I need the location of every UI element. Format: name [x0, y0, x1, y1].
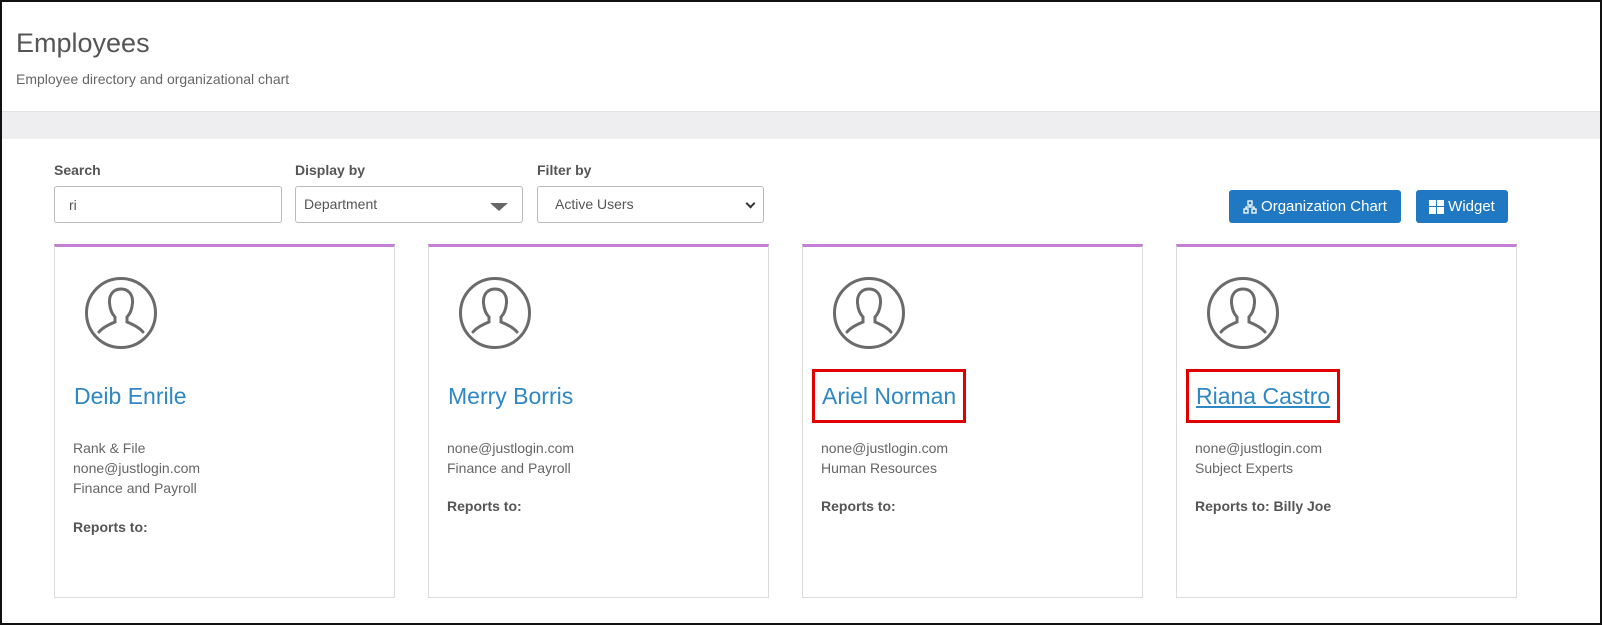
employee-card: Deib Enrile Rank & File none@justlogin.c…: [54, 244, 395, 598]
employee-name-link[interactable]: Ariel Norman: [822, 383, 956, 410]
widget-button[interactable]: Widget: [1416, 190, 1508, 223]
page-subtitle: Employee directory and organizational ch…: [16, 71, 290, 87]
employee-name-highlight-box: Riana Castro: [1186, 369, 1341, 423]
employee-reports-to: Reports to:: [821, 498, 896, 514]
filter-by-label: Filter by: [537, 162, 592, 178]
employee-name-highlight-box: Ariel Norman: [812, 369, 967, 423]
chevron-down-icon: [745, 198, 756, 209]
employee-reports-to: Reports to:: [447, 498, 522, 514]
employee-department: Human Resources: [821, 460, 937, 476]
section-divider-band: [2, 112, 1600, 139]
employee-name-box: Merry Borris: [438, 369, 583, 423]
employee-name-link[interactable]: Riana Castro: [1196, 383, 1330, 410]
search-input[interactable]: [54, 186, 282, 223]
organization-chart-button[interactable]: Organization Chart: [1229, 190, 1401, 223]
search-label: Search: [54, 162, 101, 178]
employee-department: Finance and Payroll: [73, 480, 197, 496]
caret-down-icon: [490, 203, 508, 211]
employee-email: none@justlogin.com: [821, 440, 949, 456]
employee-card: Riana Castro none@justlogin.com Subject …: [1176, 244, 1517, 598]
employee-name-link[interactable]: Merry Borris: [448, 383, 573, 410]
employee-department: Finance and Payroll: [447, 460, 571, 476]
employee-department: Subject Experts: [1195, 460, 1294, 476]
employee-reports-to: Reports to:: [73, 519, 148, 535]
user-avatar-icon: [833, 277, 905, 349]
user-avatar-icon: [85, 277, 157, 349]
org-chart-icon: [1243, 199, 1257, 214]
display-by-select[interactable]: Department: [295, 186, 523, 223]
display-by-value: Department: [304, 196, 378, 212]
filter-by-select[interactable]: Active Users: [537, 186, 764, 223]
employee-email: none@justlogin.com: [447, 440, 575, 456]
widget-label: Widget: [1448, 198, 1495, 215]
filter-by-value: Active Users: [555, 196, 634, 212]
employee-name-box: Deib Enrile: [64, 369, 197, 423]
employee-email: none@justlogin.com: [73, 460, 201, 476]
employee-reports-to: Reports to: Billy Joe: [1195, 498, 1332, 514]
employee-email: none@justlogin.com: [1195, 440, 1323, 456]
display-by-label: Display by: [295, 162, 366, 178]
grid-widget-icon: [1429, 199, 1445, 214]
employee-card: Ariel Norman none@justlogin.com Human Re…: [802, 244, 1143, 598]
app-window: Employees Employee directory and organiz…: [0, 0, 1602, 625]
employee-name-link[interactable]: Deib Enrile: [74, 383, 187, 410]
employee-position: Rank & File: [73, 440, 146, 456]
user-avatar-icon: [1207, 277, 1279, 349]
organization-chart-label: Organization Chart: [1261, 198, 1387, 215]
employee-card: Merry Borris none@justlogin.com Finance …: [428, 244, 769, 598]
page-header: Employees Employee directory and organiz…: [2, 2, 1600, 112]
user-avatar-icon: [459, 277, 531, 349]
page-title: Employees: [16, 28, 150, 58]
